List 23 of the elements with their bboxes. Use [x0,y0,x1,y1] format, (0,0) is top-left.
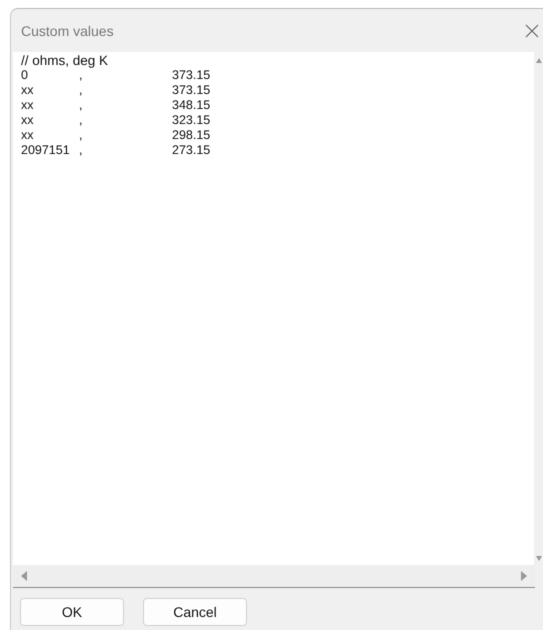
resistance-value: xx [21,128,34,143]
separator-comma: , [78,68,84,83]
temperature-value: 373.15 [172,68,210,83]
resistance-value: xx [21,83,34,98]
temperature-value: 348.15 [172,98,210,113]
temperature-value: 323.15 [172,113,210,128]
temperature-value: 273.15 [172,143,210,158]
separator-comma: , [78,128,84,143]
resistance-value: xx [21,98,34,113]
cancel-button[interactable]: Cancel [143,598,247,626]
separator-comma: , [78,83,84,98]
temperature-value: 373.15 [172,83,210,98]
temperature-value: 298.15 [172,128,210,143]
text-editor[interactable]: // ohms, deg K 0 , 373.15 xx , 373.15 xx , 348.15 xx , 323.15 xx , 298.15 2097151 , 273.15 [13,52,534,565]
resistance-value: 2097151 [21,143,71,158]
resistance-value: xx [21,113,34,128]
comment-line: // ohms, deg K [21,53,108,68]
separator-comma: , [78,98,84,113]
window-title: Custom values [21,22,114,38]
resistance-value: 0 [21,68,29,83]
separator-comma: , [78,113,84,128]
separator-comma: , [78,143,84,158]
ok-button[interactable]: OK [20,598,124,626]
